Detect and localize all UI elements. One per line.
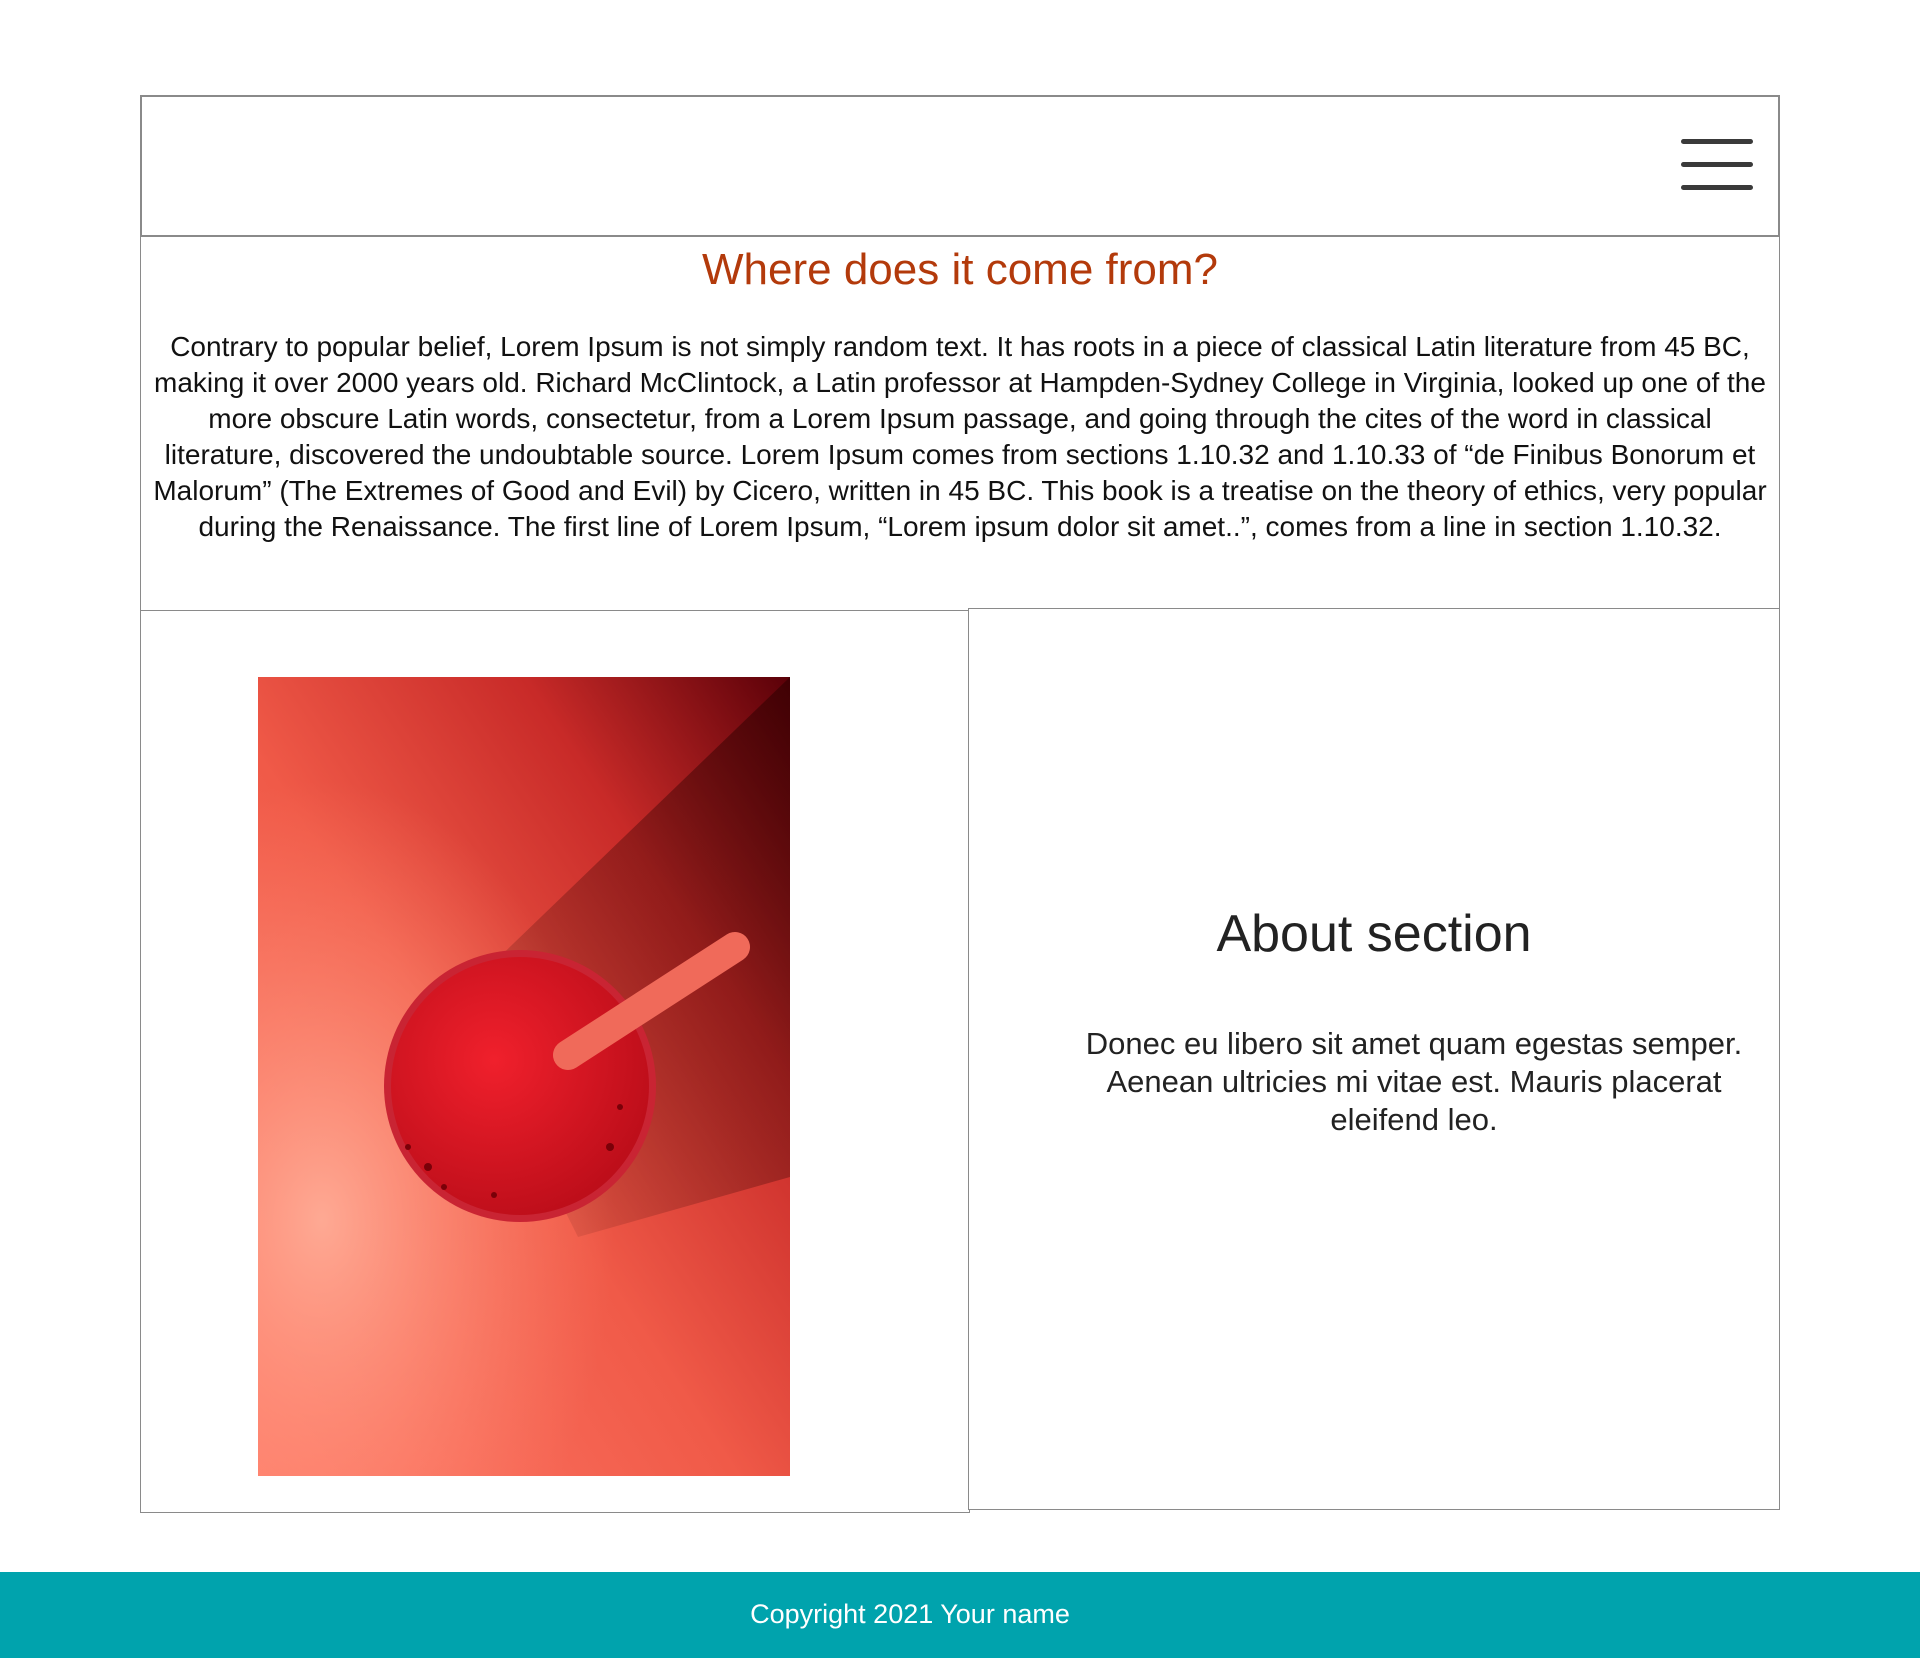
- image-panel: [140, 610, 970, 1513]
- intro-section: Where does it come from? Contrary to pop…: [140, 236, 1780, 611]
- intro-paragraph: Contrary to popular belief, Lorem Ipsum …: [153, 331, 1767, 542]
- about-panel: About section Donec eu libero sit amet q…: [968, 608, 1780, 1510]
- footer-copyright: Copyright 2021 Your name: [750, 1599, 1070, 1629]
- menu-bar-middle: [1681, 162, 1753, 167]
- intro-title: Where does it come from?: [702, 245, 1218, 294]
- about-paragraph: Donec eu libero sit amet quam egestas se…: [1085, 1026, 1743, 1137]
- red-drink-photo: [258, 677, 790, 1476]
- hamburger-menu-icon[interactable]: [1681, 137, 1753, 193]
- about-title: About section: [1216, 905, 1532, 963]
- menu-bar-bottom: [1681, 185, 1753, 190]
- site-header: [140, 95, 1780, 237]
- menu-bar-top: [1681, 139, 1753, 144]
- site-footer: Copyright 2021 Your name: [0, 1572, 1920, 1658]
